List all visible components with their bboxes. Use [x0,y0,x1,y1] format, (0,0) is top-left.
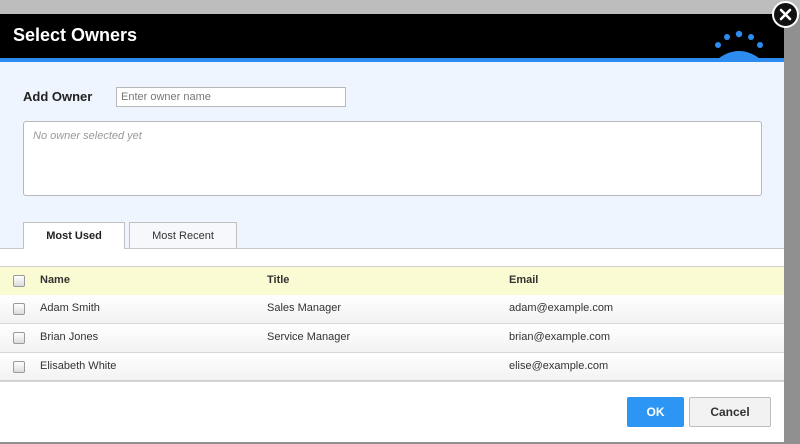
row-email: brian@example.com [509,331,611,343]
dialog-header: Select Owners [0,14,784,62]
cancel-button[interactable]: Cancel [689,397,771,427]
no-owner-selected-text: No owner selected yet [33,130,142,142]
backdrop-top [0,0,800,14]
row-title: Service Manager [267,331,351,343]
backdrop-right [784,14,800,444]
select-owners-dialog: Select Owners Add Owner No owner selecte… [0,14,784,442]
dialog-title: Select Owners [13,25,138,45]
row-title: Sales Manager [267,302,341,314]
column-header-name[interactable]: Name [40,274,70,286]
column-header-email[interactable]: Email [509,274,538,286]
table-row[interactable]: Elisabeth White elise@example.com [0,353,784,382]
row-checkbox[interactable] [13,332,25,344]
row-checkbox[interactable] [13,303,25,315]
table-header: Name Title Email [0,266,784,296]
ok-button[interactable]: OK [627,397,684,427]
row-checkbox[interactable] [13,361,25,373]
row-email: adam@example.com [509,302,614,314]
tab-most-used[interactable]: Most Used [23,222,125,249]
add-owner-label: Add Owner [23,89,93,104]
close-button[interactable] [772,1,799,28]
select-all-checkbox[interactable] [13,275,25,287]
footer-divider [0,380,784,381]
selected-owners-box[interactable]: No owner selected yet [23,121,762,196]
column-header-title[interactable]: Title [267,274,289,286]
row-email: elise@example.com [509,360,609,372]
owner-name-input[interactable] [116,87,346,107]
close-icon [779,8,792,21]
row-name: Elisabeth White [40,360,117,372]
row-name: Brian Jones [40,331,99,343]
tab-most-recent[interactable]: Most Recent [129,222,237,248]
row-name: Adam Smith [40,302,100,314]
crown-logo-icon [714,30,764,62]
table-row[interactable]: Brian Jones Service Manager brian@exampl… [0,324,784,353]
table-row[interactable]: Adam Smith Sales Manager adam@example.co… [0,295,784,324]
